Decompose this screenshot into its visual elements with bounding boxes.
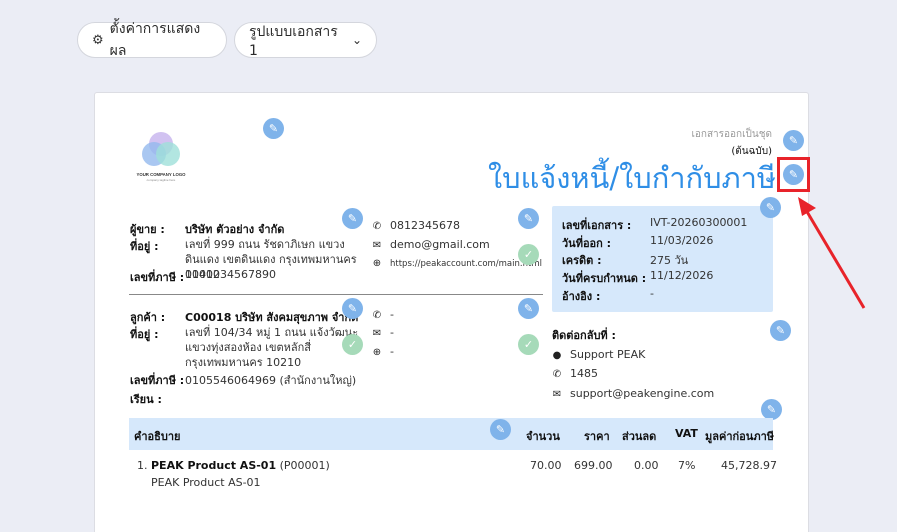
customer-tax-label: เลขที่ภาษี :: [130, 374, 185, 387]
edit-seller-contact-icon[interactable]: ✎: [518, 208, 539, 229]
customer-email: -: [390, 326, 394, 339]
seller-tax-label: เลขที่ภาษี :: [130, 271, 185, 284]
customer-address-label: ที่อยู่ :: [130, 328, 159, 341]
customer-email-row: ✉ -: [372, 326, 394, 339]
contact-label: ติดต่อกลับที่ :: [552, 329, 616, 342]
contact-name-row: ● Support PEAK: [552, 348, 646, 361]
contact-name: Support PEAK: [570, 348, 646, 361]
edit-copy-type-icon[interactable]: ✎: [783, 130, 804, 151]
check-icon[interactable]: ✓: [518, 334, 539, 355]
col-amount: มูลค่าก่อนภาษี: [705, 430, 774, 443]
reference-label: อ้างอิง :: [562, 290, 601, 303]
copy-type: เอกสารออกเป็นชุด: [691, 129, 772, 140]
seller-phone-row: ✆ 0812345678: [372, 219, 460, 232]
edit-seller-icon[interactable]: ✎: [342, 208, 363, 229]
row-product: PEAK Product AS-01 (P00001): [151, 459, 330, 472]
customer-attn-label: เรียน :: [130, 393, 162, 406]
credit-label: เครดิต :: [562, 254, 602, 267]
row-index: 1.: [137, 459, 148, 472]
contact-email-row: ✉ support@peakengine.com: [552, 387, 714, 400]
chevron-down-icon: ⌄: [351, 33, 362, 47]
edit-customer-contact-icon[interactable]: ✎: [518, 298, 539, 319]
seller-name: บริษัท ตัวอย่าง จำกัด: [185, 223, 285, 236]
edit-logo-icon[interactable]: ✎: [263, 118, 284, 139]
row-discount: 0.00: [634, 459, 659, 472]
row-qty: 70.00: [530, 459, 562, 472]
contact-email: support@peakengine.com: [570, 387, 715, 400]
phone-icon: ✆: [552, 369, 562, 380]
credit-value: 275 วัน: [650, 254, 689, 267]
row-amount: 45,728.97: [721, 459, 777, 472]
envelope-icon: ✉: [372, 240, 382, 251]
annotation-arrow: [798, 197, 866, 309]
company-logo: YOUR COMPANY LOGO company tagline here: [136, 132, 186, 182]
globe-icon: ⊕: [372, 347, 382, 358]
edit-customer-icon[interactable]: ✎: [342, 298, 363, 319]
gear-icon: ⚙: [92, 32, 104, 48]
doc-format-label: รูปแบบเอกสาร 1: [249, 24, 338, 59]
envelope-icon: ✉: [372, 328, 382, 339]
reference-value: -: [650, 287, 654, 300]
row-product-code: (P00001): [279, 459, 330, 472]
user-icon: ●: [552, 350, 562, 361]
seller-tax-id: 0101234567890: [185, 268, 276, 281]
customer-address: เลขที่ 104/34 หมู่ 1 ถนน แจ้งวัฒนะ แขวงท…: [185, 326, 359, 369]
contact-phone-row: ✆ 1485: [552, 367, 598, 380]
globe-icon: ⊕: [372, 258, 382, 269]
col-vat: VAT: [675, 427, 698, 440]
customer-tax-id: 0105546064969 (สำนักงานใหญ่): [185, 374, 357, 387]
seller-email: demo@gmail.com: [390, 238, 490, 251]
contact-phone: 1485: [570, 367, 598, 380]
due-date-label: วันที่ครบกำหนด :: [562, 272, 647, 285]
seller-website-row: ⊕ https://peakaccount.com/main.html: [372, 258, 542, 269]
col-price: ราคา: [584, 430, 610, 443]
row-product-name: PEAK Product AS-01: [151, 459, 277, 472]
col-discount: ส่วนลด: [622, 430, 657, 443]
document-title: ใบแจ้งหนี้/ใบกำกับภาษี: [488, 161, 777, 195]
row-price: 699.00: [574, 459, 613, 472]
logo-subtext: company tagline here: [147, 178, 176, 182]
issue-date: 11/03/2026: [650, 234, 714, 247]
display-settings-label: ตั้งค่าการแสดงผล: [109, 21, 201, 59]
issue-date-label: วันที่ออก :: [562, 237, 612, 250]
display-settings-button[interactable]: ⚙ ตั้งค่าการแสดงผล: [77, 21, 227, 59]
customer-label: ลูกค้า :: [130, 311, 166, 324]
row-vat: 7%: [678, 459, 696, 472]
seller-phone: 0812345678: [390, 219, 460, 232]
seller-label: ผู้ขาย :: [130, 223, 165, 236]
edit-contact-icon[interactable]: ✎: [770, 320, 791, 341]
col-qty: จำนวน: [526, 430, 560, 443]
edit-description-icon[interactable]: ✎: [490, 419, 511, 440]
edit-title-icon[interactable]: ✎: [783, 164, 804, 185]
row-subtitle: PEAK Product AS-01: [151, 476, 261, 489]
logo-text: YOUR COMPANY LOGO: [136, 172, 186, 177]
seller-address-label: ที่อยู่ :: [130, 240, 159, 253]
customer-name: C00018 บริษัท สังคมสุขภาพ จำกัด: [185, 311, 359, 324]
doc-format-dropdown[interactable]: รูปแบบเอกสาร 1 ⌄: [234, 22, 377, 59]
section-divider: [129, 294, 543, 295]
seller-email-row: ✉ demo@gmail.com: [372, 238, 490, 251]
due-date: 11/12/2026: [650, 269, 714, 282]
col-description: คำอธิบาย: [134, 430, 181, 443]
customer-phone: -: [390, 308, 394, 321]
doc-number: IVT-20260300001: [650, 216, 748, 229]
phone-icon: ✆: [372, 310, 382, 321]
envelope-icon: ✉: [552, 389, 562, 400]
doc-number-label: เลขที่เอกสาร :: [562, 219, 632, 232]
customer-website: -: [390, 345, 394, 358]
phone-icon: ✆: [372, 221, 382, 232]
customer-phone-row: ✆ -: [372, 308, 394, 321]
check-icon[interactable]: ✓: [342, 334, 363, 355]
edit-table-columns-icon[interactable]: ✎: [761, 399, 782, 420]
edit-doc-info-icon[interactable]: ✎: [760, 197, 781, 218]
check-icon[interactable]: ✓: [518, 244, 539, 265]
customer-website-row: ⊕ -: [372, 345, 394, 358]
